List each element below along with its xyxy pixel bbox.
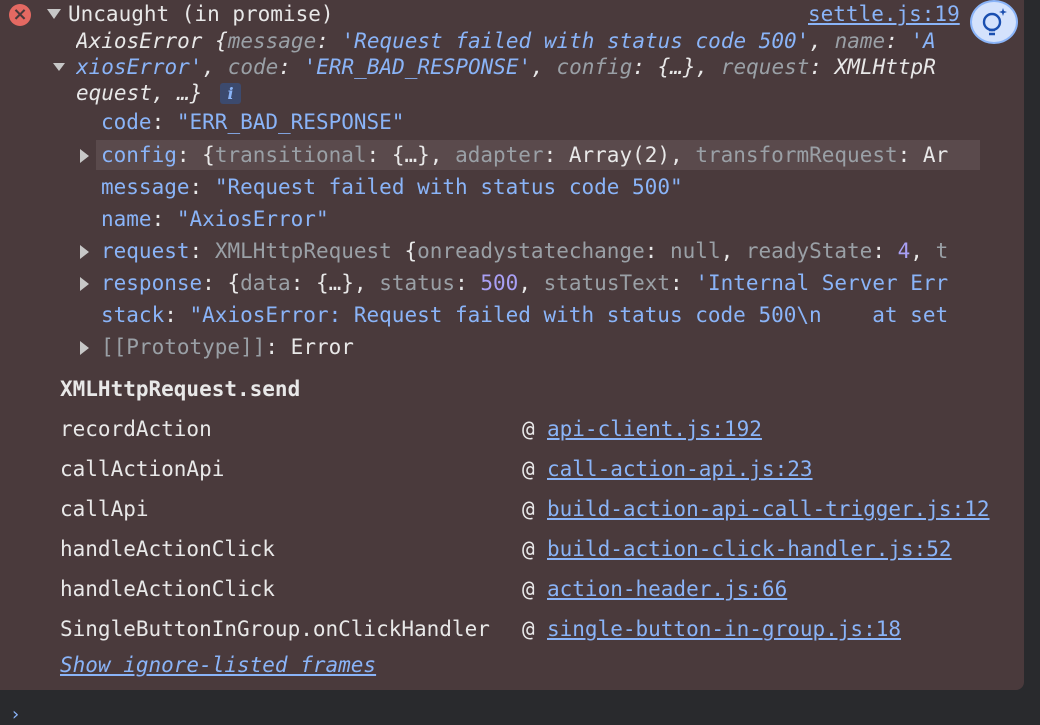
stack-frame-fn: callActionApi (60, 457, 225, 481)
call-stack-heading: XMLHttpRequest.send (60, 377, 301, 401)
prop-message: message: "Request failed with status cod… (101, 175, 683, 199)
stack-frame-fn: callApi (60, 497, 149, 521)
stack-frame-fn: handleActionClick (60, 577, 275, 601)
stack-frame-fn: recordAction (60, 417, 212, 441)
stack-frame-link[interactable]: build-action-click-handler.js:52 (547, 536, 952, 562)
prop-response[interactable]: response: {data: {…}, status: 500, statu… (101, 270, 980, 296)
at-symbol: @ (522, 417, 535, 441)
collapse-triangle-icon[interactable] (47, 9, 61, 19)
error-icon: × (9, 4, 31, 26)
expand-prototype-triangle-icon[interactable] (80, 341, 89, 355)
console-prompt-icon[interactable]: › (10, 706, 21, 724)
prop-config[interactable]: config: {transitional: {…}, adapter: Arr… (101, 142, 980, 168)
summary-line-3: equest, …} (76, 81, 203, 105)
prop-prototype[interactable]: [[Prototype]]: Error (101, 334, 354, 360)
lightbulb-sparkle-icon (982, 8, 1007, 36)
expand-request-triangle-icon[interactable] (80, 245, 89, 259)
at-symbol: @ (522, 617, 535, 641)
info-icon[interactable]: i (220, 83, 241, 104)
at-symbol: @ (522, 457, 535, 481)
error-title: Uncaught (in promise) (68, 2, 334, 26)
stack-frame-fn: handleActionClick (60, 537, 275, 561)
summary-line-1: AxiosError {message: 'Request failed wit… (76, 29, 936, 53)
source-link[interactable]: settle.js:19 (808, 1, 960, 27)
stack-frame-link[interactable]: single-button-in-group.js:18 (547, 616, 901, 642)
expand-response-triangle-icon[interactable] (80, 277, 89, 291)
prop-name: name: "AxiosError" (101, 207, 329, 231)
stack-frame-link[interactable]: api-client.js:192 (547, 416, 762, 442)
stack-frame-link[interactable]: action-header.js:66 (547, 576, 787, 602)
at-symbol: @ (522, 497, 535, 521)
expand-config-triangle-icon[interactable] (80, 149, 89, 163)
stack-frame-fn: SingleButtonInGroup.onClickHandler (60, 617, 490, 641)
stack-frame-link[interactable]: build-action-api-call-trigger.js:12 (547, 496, 990, 522)
insights-button[interactable] (970, 0, 1018, 44)
at-symbol: @ (522, 577, 535, 601)
prop-code: code: "ERR_BAD_RESPONSE" (101, 110, 405, 134)
expand-object-triangle-icon[interactable] (53, 63, 65, 71)
stack-frame-link[interactable]: call-action-api.js:23 (547, 456, 813, 482)
show-ignore-listed-frames-link[interactable]: Show ignore-listed frames (60, 652, 376, 678)
at-symbol: @ (522, 537, 535, 561)
summary-line-2: xiosError', code: 'ERR_BAD_RESPONSE', co… (76, 55, 936, 79)
prop-stack: stack: "AxiosError: Request failed with … (101, 303, 949, 327)
prop-request[interactable]: request: XMLHttpRequest {onreadystatecha… (101, 238, 980, 264)
